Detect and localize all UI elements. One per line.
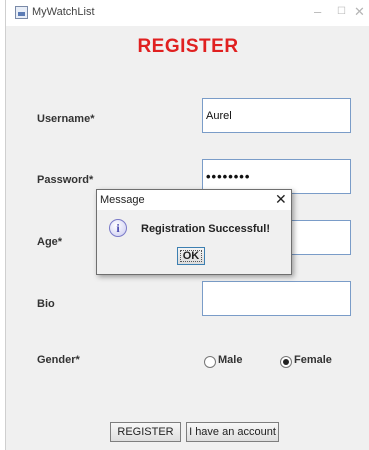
window-title: MyWatchList [32,6,95,18]
username-field[interactable] [202,98,351,133]
dialog-close-icon[interactable]: ✕ [275,191,287,208]
bio-field[interactable] [202,281,351,316]
gender-female-label[interactable]: Female [294,354,332,366]
dialog-title: Message [100,194,145,206]
gender-male-label[interactable]: Male [218,354,242,366]
window-titlebar[interactable]: MyWatchList – ☐ ✕ [6,0,369,26]
gender-male-radio[interactable] [204,356,216,368]
maximize-button[interactable]: ☐ [337,6,346,17]
app-icon [15,6,28,19]
gender-label: Gender* [37,354,80,366]
dialog-titlebar[interactable]: Message ✕ [97,190,291,210]
username-label: Username* [37,113,95,125]
minimize-button[interactable]: – [314,4,321,19]
register-heading: REGISTER [137,36,239,57]
ok-button[interactable]: OK [177,247,205,265]
register-button[interactable]: REGISTER [110,422,181,442]
dialog-message: Registration Successful! [141,223,270,235]
password-label: Password* [37,174,94,186]
info-icon: i [109,219,127,237]
age-label: Age* [37,236,63,248]
gender-female-radio[interactable] [280,356,292,368]
message-dialog: Message ✕ i Registration Successful! OK [96,189,292,275]
close-window-button[interactable]: ✕ [354,4,365,20]
have-account-button[interactable]: I have an account [186,422,279,442]
bio-label: Bio [37,298,55,310]
